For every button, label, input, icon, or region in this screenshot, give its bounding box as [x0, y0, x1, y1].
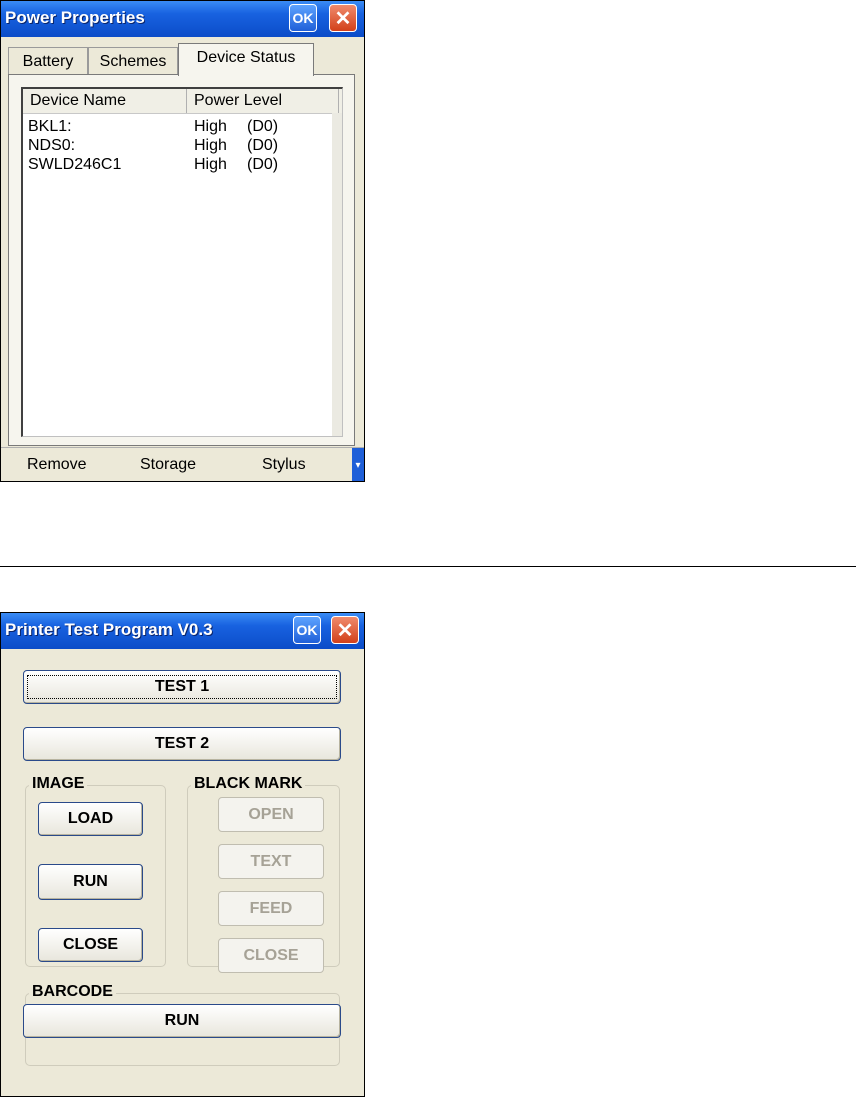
tab-device-status[interactable]: Device Status [178, 43, 314, 76]
list-item[interactable]: BKL1: High (D0) [23, 117, 342, 136]
separator-line [0, 566, 856, 567]
image-run-button[interactable]: RUN [38, 864, 143, 900]
device-name: BKL1: [28, 118, 72, 135]
tab-battery[interactable]: Battery [8, 47, 88, 75]
title-bar: Printer Test Program V0.3 OK ✕ [1, 613, 364, 649]
close-icon: ✕ [336, 619, 354, 642]
blackmark-open-button[interactable]: OPEN [218, 797, 324, 832]
image-group-label: IMAGE [29, 775, 88, 793]
close-button[interactable]: ✕ [329, 4, 357, 32]
tab-schemes[interactable]: Schemes [88, 47, 178, 75]
device-name: SWLD246C1 [28, 156, 122, 173]
test1-button[interactable]: TEST 1 [23, 670, 341, 704]
power-state: (D0) [247, 137, 279, 154]
close-icon: ✕ [334, 7, 352, 30]
test1-label: TEST 1 [27, 675, 337, 699]
list-item[interactable]: SWLD246C1 High (D0) [23, 155, 342, 174]
blackmark-close-button[interactable]: CLOSE [218, 938, 324, 973]
blackmark-group-label: BLACK MARK [191, 775, 306, 793]
barcode-run-button[interactable]: RUN [23, 1004, 341, 1038]
device-list[interactable]: Device Name Power Level BKL1: High (D0) … [21, 87, 343, 437]
printer-test-window: Printer Test Program V0.3 OK ✕ TEST 1 TE… [0, 612, 365, 1097]
image-run-label: RUN [73, 873, 108, 890]
device-status-panel: Device Name Power Level BKL1: High (D0) … [8, 74, 355, 446]
image-close-button[interactable]: CLOSE [38, 928, 143, 962]
window-title: Printer Test Program V0.3 [5, 620, 213, 639]
barcode-group-label: BARCODE [29, 983, 116, 1001]
chevron-down-icon: ▾ [355, 460, 361, 471]
ok-button[interactable]: OK [289, 4, 317, 32]
list-item[interactable]: NDS0: High (D0) [23, 136, 342, 155]
column-header-device-name[interactable]: Device Name [23, 89, 187, 113]
scroll-down-button[interactable]: ▾ [352, 448, 364, 481]
barcode-run-label: RUN [164, 1012, 200, 1029]
power-level: High [194, 156, 227, 173]
vertical-scrollbar[interactable] [332, 113, 342, 436]
ok-button[interactable]: OK [293, 616, 321, 644]
applet-strip: Remove Storage Stylus ▾ [1, 447, 364, 481]
blackmark-text-label: TEXT [250, 852, 292, 870]
power-state: (D0) [247, 156, 279, 173]
applet-remove[interactable]: Remove [27, 456, 87, 474]
image-load-button[interactable]: LOAD [38, 802, 143, 836]
test2-label: TEST 2 [154, 735, 210, 752]
device-name: NDS0: [28, 137, 76, 154]
blackmark-open-label: OPEN [248, 805, 294, 823]
title-bar: Power Properties OK ✕ [1, 1, 364, 37]
power-properties-window: Power Properties OK ✕ Battery Schemes De… [0, 0, 365, 482]
blackmark-feed-label: FEED [249, 899, 293, 917]
image-load-label: LOAD [67, 810, 114, 827]
power-level: High [194, 118, 227, 135]
blackmark-text-button[interactable]: TEXT [218, 844, 324, 879]
image-close-label: CLOSE [62, 936, 119, 953]
power-state: (D0) [247, 118, 279, 135]
blackmark-close-label: CLOSE [243, 946, 299, 964]
window-title: Power Properties [5, 8, 145, 27]
power-level: High [194, 137, 227, 154]
blackmark-feed-button[interactable]: FEED [218, 891, 324, 926]
applet-stylus[interactable]: Stylus [262, 456, 306, 474]
test2-button[interactable]: TEST 2 [23, 727, 341, 761]
close-button[interactable]: ✕ [331, 616, 359, 644]
list-header: Device Name Power Level [23, 89, 342, 114]
applet-storage[interactable]: Storage [140, 456, 196, 474]
column-header-power-level[interactable]: Power Level [187, 89, 339, 113]
